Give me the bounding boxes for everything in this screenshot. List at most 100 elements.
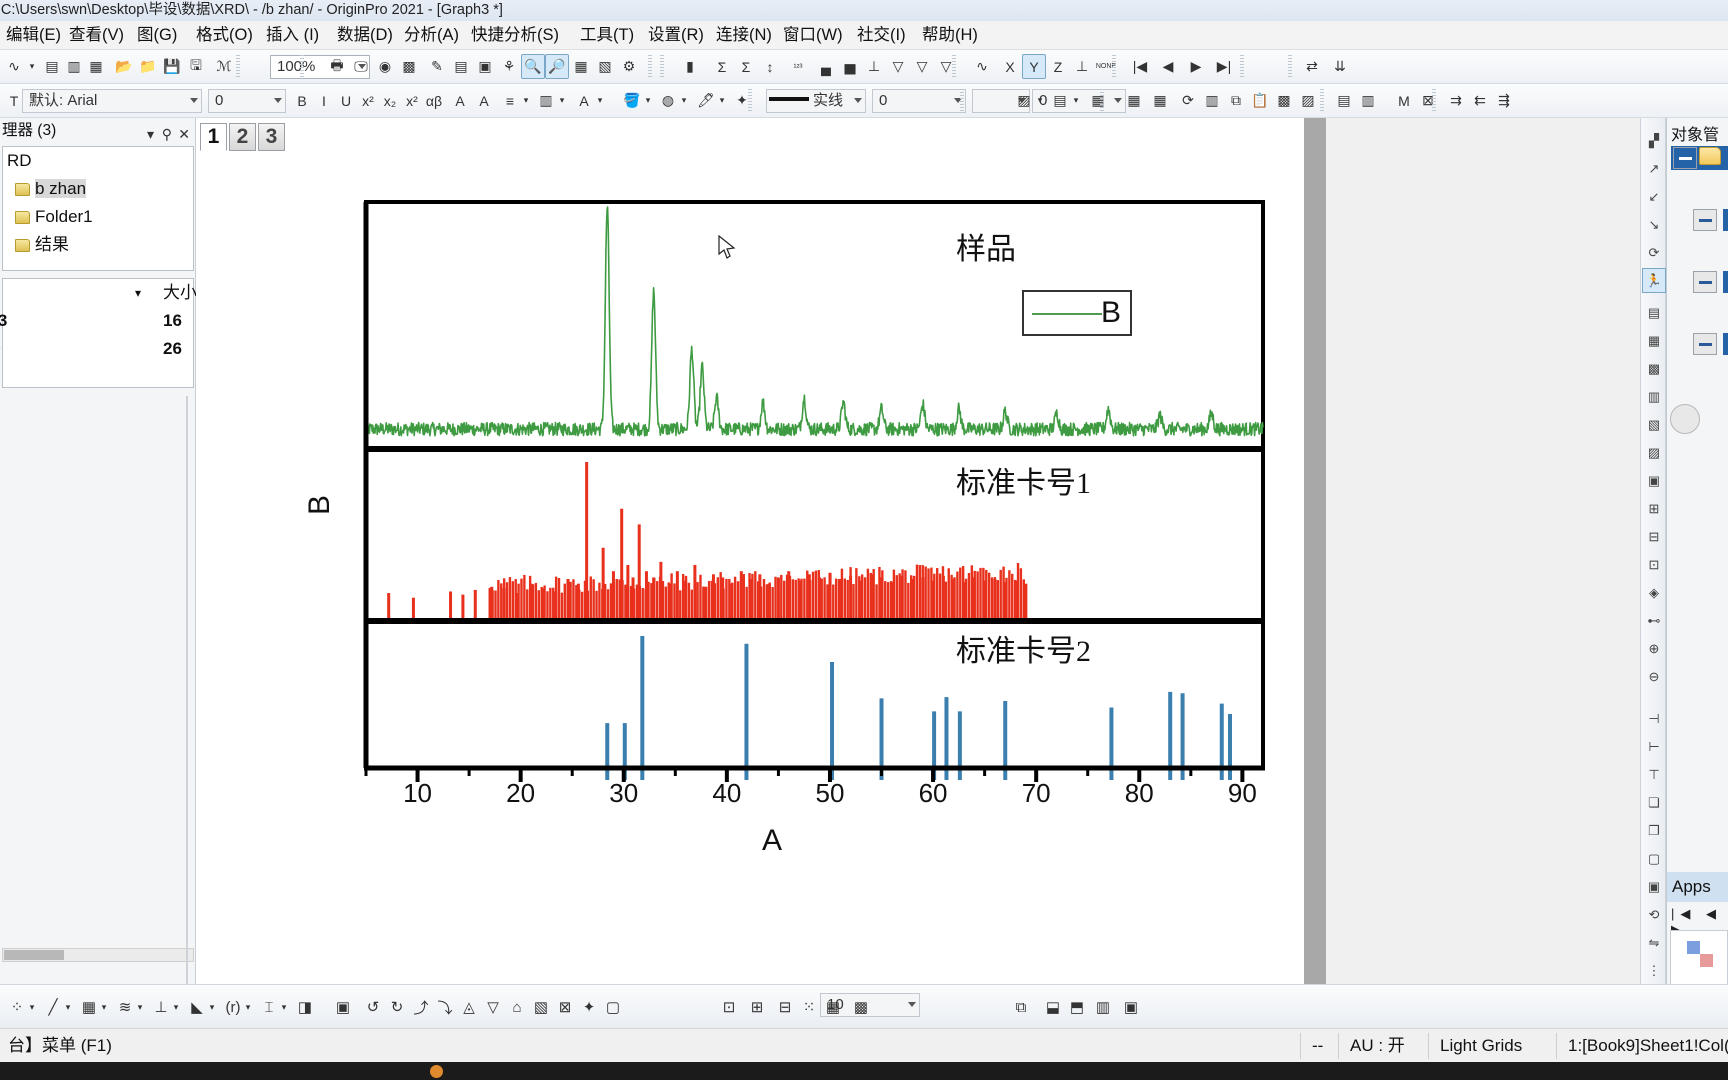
set-x-icon[interactable]: X xyxy=(998,54,1022,79)
box-icon[interactable]: ▢ xyxy=(600,993,626,1021)
align-left-icon[interactable]: ⊣ xyxy=(1642,706,1666,731)
zoom-panel-icon[interactable]: 🔎 xyxy=(545,54,569,79)
font-tool-icon[interactable]: ⧉ xyxy=(1008,993,1034,1021)
boxchart-dropdown-icon[interactable]: ▾ xyxy=(170,993,182,1021)
column-dropdown-icon[interactable]: ▾ xyxy=(98,993,110,1021)
export-data-icon[interactable]: ▥ xyxy=(1200,88,1224,113)
menu-item-8[interactable]: 工具(T) xyxy=(576,24,638,47)
chevron-down-icon[interactable] xyxy=(190,98,198,103)
menu-item-9[interactable]: 设置(R) xyxy=(644,24,708,47)
hide-mask-icon[interactable]: ▦ xyxy=(820,993,846,1021)
project-tree[interactable]: RD b zhan Folder1 结果 xyxy=(2,146,194,271)
toolbar-grip[interactable] xyxy=(1288,55,1292,78)
toolbar-grip[interactable] xyxy=(1112,55,1116,78)
rescale-x-icon[interactable]: ↗ xyxy=(1642,156,1666,181)
stock-dropdown-icon[interactable]: ▾ xyxy=(278,993,290,1021)
toolbar-grip[interactable] xyxy=(300,55,304,78)
panel-annotation-sample[interactable]: 样品 xyxy=(956,224,1016,268)
tree-node-0[interactable]: RD xyxy=(3,147,193,175)
last-col-icon[interactable]: ▶| xyxy=(1212,54,1236,79)
fill-color-icon[interactable]: 🪣 xyxy=(620,88,644,113)
layer-contents-icon[interactable]: ▤ xyxy=(449,54,473,79)
set-z-icon[interactable]: Z xyxy=(1046,54,1070,79)
pattern-fill-dropdown-icon[interactable]: ▾ xyxy=(1034,88,1046,113)
rescale-y-icon[interactable]: ↙ xyxy=(1642,184,1666,209)
ungroup-icon[interactable]: ▣ xyxy=(1642,874,1666,899)
series-card1-sticks[interactable] xyxy=(387,462,1028,618)
taskbar-app-icon[interactable] xyxy=(430,1065,443,1078)
sum-icon[interactable]: Σ xyxy=(734,54,758,79)
add-layer-icon[interactable]: ▣ xyxy=(1642,468,1666,493)
bar-chart-icon[interactable]: ▄ xyxy=(814,54,838,79)
sort-icon[interactable]: ↕ xyxy=(758,54,782,79)
arrange-icon[interactable]: ⇉ xyxy=(1444,88,1468,113)
axis-scale-icon[interactable]: ⊞ xyxy=(1642,496,1666,521)
toolbar-grip[interactable] xyxy=(960,89,964,112)
open-icon[interactable]: 📂 xyxy=(112,54,136,79)
toolbar-grip[interactable] xyxy=(648,55,652,78)
speed-mode-icon[interactable]: ⊟ xyxy=(1642,524,1666,549)
collapse-toggle-icon[interactable] xyxy=(1693,271,1717,293)
print-run-icon[interactable]: ℳ xyxy=(212,54,236,79)
menu-item-11[interactable]: 窗口(W) xyxy=(779,24,847,47)
table-tool-icon[interactable]: ▥ xyxy=(1090,993,1116,1021)
data-marker-icon[interactable]: ◈ xyxy=(1642,580,1666,605)
menu-item-7[interactable]: 快捷分析(S) xyxy=(467,24,563,47)
new-graph-icon[interactable]: ▦ xyxy=(84,54,108,79)
merge-graph-icon[interactable]: ▣ xyxy=(473,54,497,79)
toolbar-grip[interactable] xyxy=(1320,89,1324,112)
worksheet-icon[interactable]: ▧ xyxy=(593,54,617,79)
layer-chip[interactable] xyxy=(1723,209,1728,231)
layer-mixed-icon[interactable]: ▩ xyxy=(1642,356,1666,381)
toolbar-grip[interactable] xyxy=(236,55,240,78)
mathematica-icon[interactable]: M xyxy=(1392,88,1416,113)
grid-icon[interactable]: ▦ xyxy=(1086,88,1110,113)
swap-mask-icon[interactable]: ⁙ xyxy=(796,993,822,1021)
toolbar-grip[interactable] xyxy=(1240,55,1244,78)
menu-item-6[interactable]: 分析(A) xyxy=(400,24,463,47)
pattern-fill-icon[interactable]: ▨ xyxy=(1012,88,1036,113)
supersub-icon[interactable]: x² xyxy=(400,88,424,113)
scatter-dropdown-icon[interactable]: ▾ xyxy=(26,993,38,1021)
rescale-both-icon[interactable]: ↘ xyxy=(1642,212,1666,237)
columns-icon[interactable]: ▥ xyxy=(534,88,558,113)
zoom-in-icon[interactable]: 🔍 xyxy=(521,54,545,79)
greek-icon[interactable]: αβ xyxy=(422,88,446,113)
data-table-icon[interactable]: ▦ xyxy=(569,54,593,79)
menu-item-3[interactable]: 格式(O) xyxy=(192,24,257,47)
print-preview-icon[interactable]: 🖵 xyxy=(349,54,373,79)
panel-frame-2[interactable] xyxy=(364,620,1265,770)
app-gear-icon[interactable]: ⚙ xyxy=(617,54,641,79)
scrollbar-thumb[interactable] xyxy=(4,950,64,960)
layer-chip[interactable] xyxy=(1723,271,1728,293)
menu-item-10[interactable]: 连接(N) xyxy=(712,24,776,47)
scale-in-icon[interactable]: ⊕ xyxy=(1642,636,1666,661)
gradient-icon[interactable]: ▤ xyxy=(1048,88,1072,113)
clipboard-icon[interactable]: 📋 xyxy=(1248,88,1272,113)
statistics-icon[interactable]: Σ xyxy=(710,54,734,79)
masking-icon[interactable]: ▩ xyxy=(1272,88,1296,113)
filter-icon[interactable]: ▽ xyxy=(886,54,910,79)
column-icon[interactable]: ⊥ xyxy=(862,54,886,79)
3d-tool-icon[interactable]: ◨ xyxy=(292,993,318,1021)
perspective-up-icon[interactable]: ◬ xyxy=(456,993,482,1021)
menu-item-13[interactable]: 帮助(H) xyxy=(918,24,982,47)
edit-mode-icon[interactable]: ✎ xyxy=(425,54,449,79)
chevron-down-icon[interactable]: ▾ xyxy=(135,279,141,307)
new-excel-icon[interactable]: ▥ xyxy=(62,54,86,79)
align-icon[interactable]: ≡ xyxy=(498,88,522,113)
collapse-toggle-icon[interactable] xyxy=(1693,209,1717,231)
layout-icon[interactable]: ▤ xyxy=(1332,88,1356,113)
font-size-combo[interactable]: 0 xyxy=(208,89,286,113)
subscript-icon[interactable]: x₂ xyxy=(378,88,402,113)
bring-front-icon[interactable]: ❏ xyxy=(1642,790,1666,815)
tree-node-2[interactable]: Folder1 xyxy=(3,203,193,231)
layer-tab-1[interactable]: 1 xyxy=(200,123,227,151)
arrange2-icon[interactable]: ⇇ xyxy=(1468,88,1492,113)
new-workbook-icon[interactable]: ▤ xyxy=(40,54,64,79)
move-down-icon[interactable]: ⇊ xyxy=(1328,54,1352,79)
collapse-toggle-icon[interactable] xyxy=(1673,147,1697,169)
line-dropdown-icon[interactable]: ▾ xyxy=(716,88,728,113)
toolbar-grip[interactable] xyxy=(748,89,752,112)
font-combo[interactable]: 默认: Arial xyxy=(22,89,202,113)
